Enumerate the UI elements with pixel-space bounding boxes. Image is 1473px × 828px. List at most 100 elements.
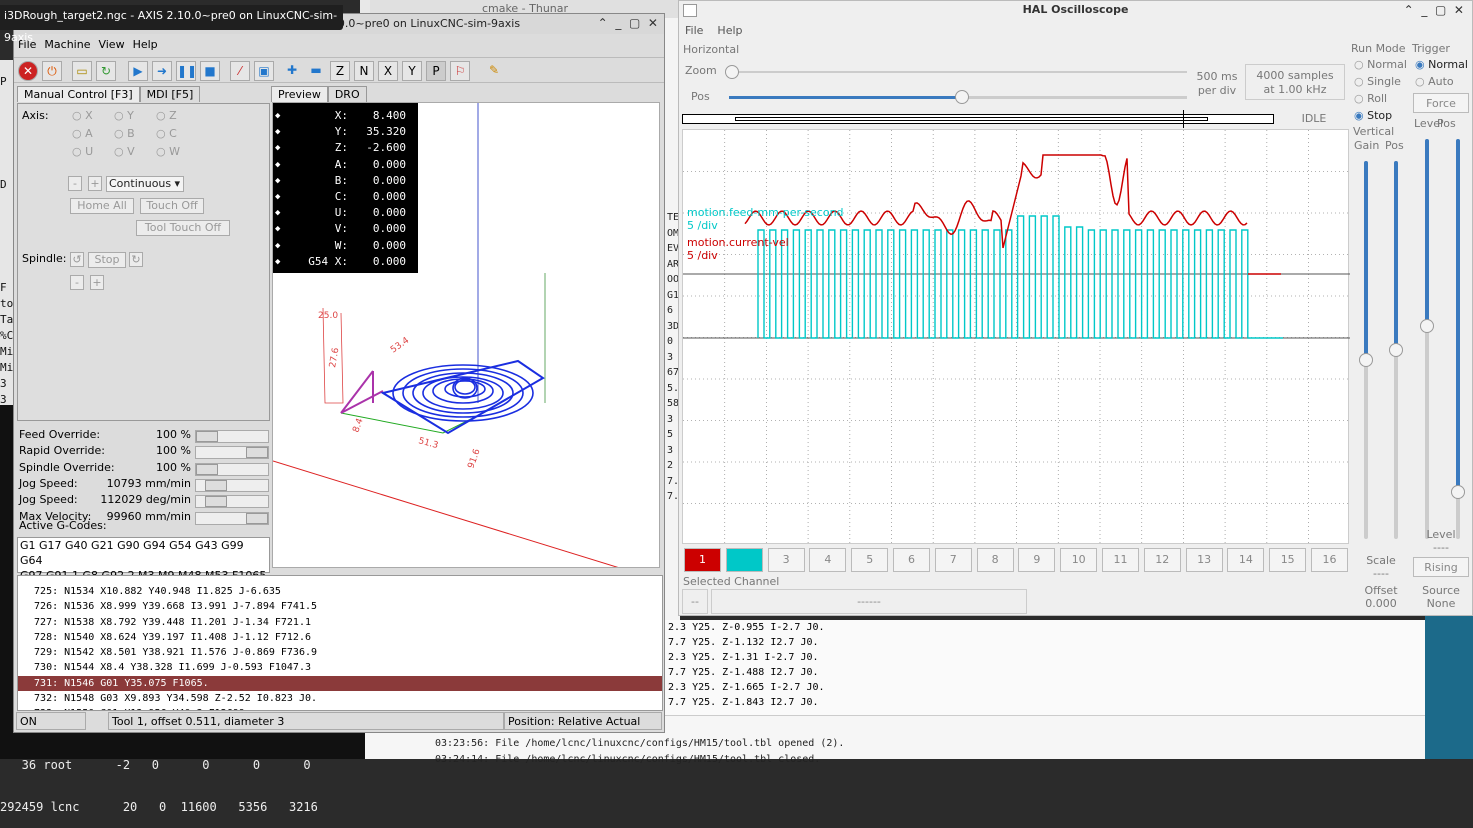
channel-button-4[interactable]: 4 [809,548,847,572]
override-slider[interactable] [195,478,269,492]
override-slider[interactable] [195,495,269,509]
view-y-icon[interactable]: Y [402,61,422,81]
home-all-button[interactable]: Home All [70,198,134,214]
slider-knob[interactable] [246,512,268,524]
pos-slider[interactable] [729,90,1187,104]
toolpath-preview[interactable]: 25.0 27.6 53.4 8.4 51.3 91.6 ◆ X: 8.400 ◆ Y:… [272,102,660,568]
tab-mdi[interactable]: MDI [F5] [139,86,201,102]
override-slider[interactable] [195,430,269,443]
axis-radio-z[interactable]: ○ Z [156,109,177,122]
gain-slider[interactable] [1359,161,1373,539]
gcode-line[interactable]: 726: N1536 X8.999 Y39.668 I3.991 J-7.894… [18,599,662,614]
channel-button-16[interactable]: 16 [1311,548,1348,572]
force-button[interactable]: Force [1413,93,1469,113]
vpos-slider[interactable] [1389,161,1403,539]
trigger-mode-auto[interactable]: ○ Auto [1415,75,1454,88]
view-x-icon[interactable]: X [378,61,398,81]
menu-help[interactable]: Help [133,38,158,51]
channel-button-1[interactable]: 1 [684,548,721,572]
channel-button-5[interactable]: 5 [851,548,889,572]
pos-slider-knob[interactable] [955,90,969,104]
gain-slider-knob[interactable] [1359,353,1373,367]
stop-icon[interactable]: ■ [200,61,220,81]
menu-view[interactable]: View [98,38,124,51]
spindle-ccw-icon[interactable]: ↺ [70,252,84,267]
clear-plot-icon[interactable]: ✎ [484,61,504,81]
run-mode-stop[interactable]: ◉ Stop [1354,109,1392,122]
axis-radio-c[interactable]: ○ C [156,127,177,140]
spindle-cw-icon[interactable]: ↻ [129,252,143,267]
channel-button-14[interactable]: 14 [1227,548,1265,572]
zoom-slider[interactable] [725,65,1187,79]
channel-button-8[interactable]: 8 [976,548,1014,572]
spindle-minus-button[interactable]: - [70,275,84,290]
channel-button-9[interactable]: 9 [1018,548,1056,572]
channel-button-6[interactable]: 6 [893,548,930,572]
step-icon[interactable]: ➜ [152,61,172,81]
trigger-pos-knob[interactable] [1451,485,1465,499]
channel-button-12[interactable]: 12 [1143,548,1181,572]
jog-minus-button[interactable]: - [68,176,82,191]
pause-icon[interactable]: ❚❚ [176,61,197,81]
touch-off-button[interactable]: Touch Off [140,198,204,214]
vpos-slider-knob[interactable] [1389,343,1403,357]
axis-radio-a[interactable]: ○ A [72,127,93,140]
view-p-icon[interactable]: P [426,61,446,81]
menu-file[interactable]: File [685,24,703,37]
tool-touch-off-button[interactable]: Tool Touch Off [136,220,230,236]
zoom-in-icon[interactable]: ✚ [282,61,302,81]
channel-button-3[interactable]: 3 [767,548,805,572]
slider-knob[interactable] [205,479,227,491]
power-icon[interactable]: ⏻ [42,61,62,81]
spindle-plus-button[interactable]: + [90,275,104,290]
gcode-line[interactable]: 731: N1546 G01 Y35.075 F1065. [18,675,662,692]
scope-display[interactable]: motion.feed-mm-per-second 5 /div motion.… [682,129,1350,545]
channel-button-2[interactable]: 2 [725,548,763,572]
slider-knob[interactable] [196,463,218,475]
tab-manual-control[interactable]: Manual Control [F3] [17,86,140,102]
run-mode-single[interactable]: ○ Single [1354,75,1401,88]
jog-mode-select[interactable]: Continuous ▾ [106,176,184,192]
gcode-line[interactable]: 727: N1538 X8.792 Y39.448 I1.201 J-1.34 … [18,615,662,630]
slider-knob[interactable] [196,431,218,442]
tab-preview[interactable]: Preview [271,86,328,102]
axis-radio-b[interactable]: ○ B [114,127,135,140]
axis-radio-u[interactable]: ○ U [72,145,93,158]
axis-radio-w[interactable]: ○ W [156,145,180,158]
menu-machine[interactable]: Machine [44,38,90,51]
axis-radio-x[interactable]: ○ X [72,109,93,122]
run-mode-roll[interactable]: ○ Roll [1354,92,1387,105]
channel-button-15[interactable]: 15 [1269,548,1307,572]
window-controls[interactable]: ⌃ _ ▢ ✕ [1404,3,1464,17]
gcode-line[interactable]: 733: N1550 G01 X13.956 Y40.3 F12699. [18,706,662,710]
channel-button-13[interactable]: 13 [1185,548,1223,572]
zoom-slider-knob[interactable] [725,65,739,79]
rising-button[interactable]: Rising [1413,557,1469,577]
channel-button-11[interactable]: 11 [1102,548,1139,572]
run-icon[interactable]: ▶ [128,61,148,81]
trigger-mode-normal[interactable]: ◉ Normal [1415,58,1468,71]
override-slider[interactable] [195,446,269,460]
override-slider[interactable] [195,462,269,476]
view-z2-icon[interactable]: N [354,61,374,81]
axis-radio-v[interactable]: ○ V [114,145,135,158]
channel-button-10[interactable]: 10 [1060,548,1098,572]
trigger-level-knob[interactable] [1420,319,1434,333]
open-file-icon[interactable]: ▭ [72,61,92,81]
rotate-icon[interactable]: ⚐ [450,61,470,81]
run-mode-normal[interactable]: ○ Normal [1354,58,1407,71]
slider-knob[interactable] [205,496,227,508]
gcode-listing[interactable]: 725: N1534 X10.882 Y40.948 I1.825 J-6.63… [17,575,663,711]
zoom-out-icon[interactable]: ▬ [306,61,326,81]
optional-stop-icon[interactable]: ▣ [254,61,274,81]
spindle-stop-button[interactable]: Stop [88,252,126,268]
channel-button-7[interactable]: 7 [934,548,972,572]
trigger-pos-slider[interactable] [1451,139,1465,539]
gcode-line[interactable]: 730: N1544 X8.4 Y38.328 I1.699 J-0.593 F… [18,660,662,675]
menu-help[interactable]: Help [717,24,742,37]
gcode-line[interactable]: 728: N1540 X8.624 Y39.197 I1.408 J-1.12 … [18,630,662,645]
gcode-line[interactable]: 729: N1542 X8.501 Y38.921 I1.576 J-0.869… [18,645,662,660]
tab-dro[interactable]: DRO [327,86,367,102]
view-z-icon[interactable]: Z [330,61,350,81]
trigger-level-slider[interactable] [1420,139,1434,539]
